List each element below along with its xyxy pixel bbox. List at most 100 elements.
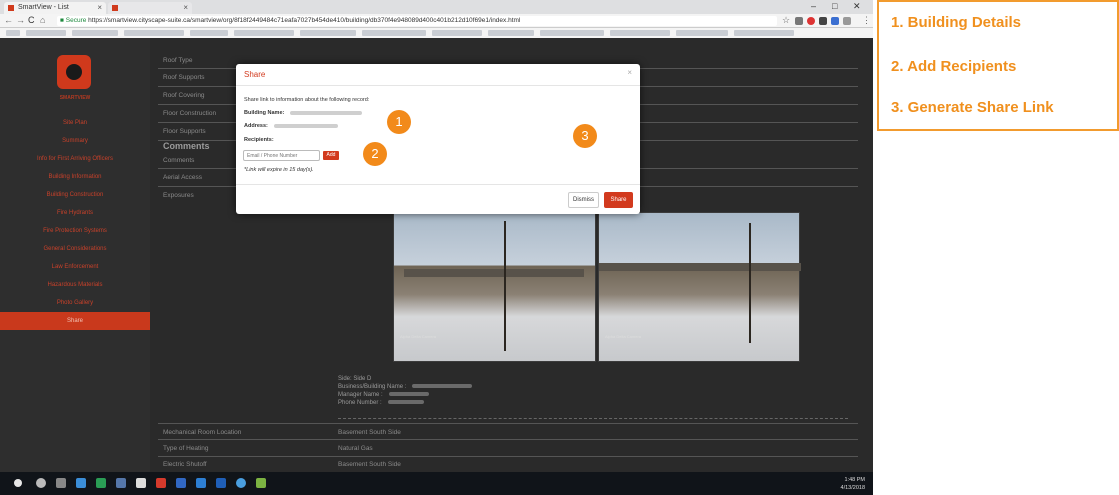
comments-heading: Comments [163,141,210,151]
row-value: Basement South Side [338,429,401,436]
home-icon[interactable]: ⌂ [40,15,45,25]
photo-caption: Alpha Delta Camera [605,334,642,339]
sidebar-item-summary[interactable]: Summary [0,132,150,150]
sidebar-item-general-considerations[interactable]: General Considerations [0,240,150,258]
app-icon[interactable] [96,478,106,488]
tree-trunk [504,221,506,351]
close-tab-icon[interactable]: × [183,2,188,14]
legend-step-1: 1. Building Details [891,14,1022,31]
modal-title: Share [244,70,266,79]
app-icon[interactable] [136,478,146,488]
bookmark-item[interactable] [488,30,534,36]
info-row-mechanical-room: Mechanical Room Location Basement South S… [158,423,858,440]
extension-icon[interactable] [819,17,827,25]
exposure-photo[interactable]: Alpha Delta Camera [598,212,801,362]
close-icon[interactable]: × [627,68,632,77]
extension-icon[interactable] [843,17,851,25]
app-icon[interactable] [236,478,246,488]
windows-taskbar: 1:48 PM 4/13/2018 [0,472,873,495]
app-icon[interactable] [216,478,226,488]
row-label: Floor Supports [163,128,206,135]
bookmark-item[interactable] [734,30,794,36]
modal-footer-divider [236,184,640,185]
bookmark-item[interactable] [124,30,184,36]
info-row-heating: Type of Heating Natural Gas [158,440,858,457]
sidebar-item-building-information[interactable]: Building Information [0,168,150,186]
app-icon[interactable] [116,478,126,488]
bookmark-star-icon[interactable]: ☆ [782,15,790,26]
row-label: Exposures [163,192,194,199]
sidebar-item-fire-hydrants[interactable]: Fire Hydrants [0,204,150,222]
bookmark-item[interactable] [26,30,66,36]
row-value: Basement South Side [338,461,401,468]
row-label: Roof Type [163,57,193,64]
bookmark-item[interactable] [72,30,118,36]
row-label: Type of Heating [163,445,209,452]
bookmark-item[interactable] [190,30,228,36]
start-icon[interactable] [14,479,22,487]
task-view-icon[interactable] [56,478,66,488]
url-text: https://smartview.cityscape-suite.ca/sma… [88,17,521,24]
dashed-divider [338,418,848,419]
close-window-icon[interactable]: ✕ [853,1,861,12]
building-roof [599,263,801,271]
close-tab-icon[interactable]: × [97,2,102,14]
dismiss-button[interactable]: Dismiss [568,192,599,208]
clock-time: 1:48 PM [844,477,865,483]
sidebar-item-first-arriving[interactable]: Info for First Arriving Officers [0,150,150,168]
address-bar-row: ← → C ⌂ ■ Secure https://smartview.citys… [0,14,873,28]
screenshot: SmartView - List × × – □ ✕ ← → C ⌂ ■ Sec… [0,0,873,495]
sidebar-item-fire-protection[interactable]: Fire Protection Systems [0,222,150,240]
tab-title: SmartView - List [18,4,69,11]
share-intro: Share link to information about the foll… [244,97,370,103]
exposure-manager-name: Manager Name : [338,392,429,398]
app-icon[interactable] [196,478,206,488]
building-roof [404,269,584,277]
forward-icon[interactable]: → [16,15,25,25]
app-icon[interactable] [156,478,166,488]
sidebar-item-site-plan[interactable]: Site Plan [0,114,150,132]
add-recipient-button[interactable]: Add [323,151,339,160]
row-value: Natural Gas [338,445,373,452]
bookmark-item[interactable] [432,30,482,36]
lock-icon: ■ [60,17,64,24]
menu-kebab-icon[interactable]: ⋮ [862,15,871,26]
app-icon[interactable] [256,478,266,488]
row-label: Floor Construction [163,110,217,117]
exposure-photo[interactable]: Alpha Delta Camera [393,212,596,362]
browser-tab-second[interactable]: × [108,2,192,14]
sidebar-item-share[interactable]: Share [0,312,150,330]
reload-icon[interactable]: C [28,15,35,25]
row-label: Mechanical Room Location [163,429,242,436]
bookmark-item[interactable] [300,30,356,36]
share-button[interactable]: Share [604,192,633,208]
back-icon[interactable]: ← [4,15,13,25]
clock-date: 4/13/2018 [840,485,865,491]
sidebar-item-photo-gallery[interactable]: Photo Gallery [0,294,150,312]
sidebar-item-building-construction[interactable]: Building Construction [0,186,150,204]
extension-icon[interactable] [831,17,839,25]
step-badge-2: 2 [363,142,387,166]
app-icon[interactable] [176,478,186,488]
bookmark-item[interactable] [676,30,728,36]
search-icon[interactable] [36,478,46,488]
bookmark-item[interactable] [540,30,604,36]
sidebar-item-law-enforcement[interactable]: Law Enforcement [0,258,150,276]
smartview-favicon-icon [8,5,14,11]
row-label: Electric Shutoff [163,461,207,468]
extension-icon[interactable] [807,17,815,25]
step-badge-3: 3 [573,124,597,148]
bookmark-item[interactable] [610,30,670,36]
address-bar[interactable]: ■ Secure https://smartview.cityscape-sui… [57,16,777,26]
extension-icon[interactable] [795,17,803,25]
legend-step-2: 2. Add Recipients [891,58,1017,75]
minimize-icon[interactable]: – [811,1,816,11]
maximize-icon[interactable]: □ [832,1,837,11]
bookmark-item[interactable] [6,30,20,36]
bookmark-item[interactable] [234,30,294,36]
sidebar-item-hazardous-materials[interactable]: Hazardous Materials [0,276,150,294]
browser-tab-active[interactable]: SmartView - List × [4,2,106,14]
bookmark-item[interactable] [362,30,426,36]
app-icon[interactable] [76,478,86,488]
recipient-input[interactable] [243,150,320,161]
